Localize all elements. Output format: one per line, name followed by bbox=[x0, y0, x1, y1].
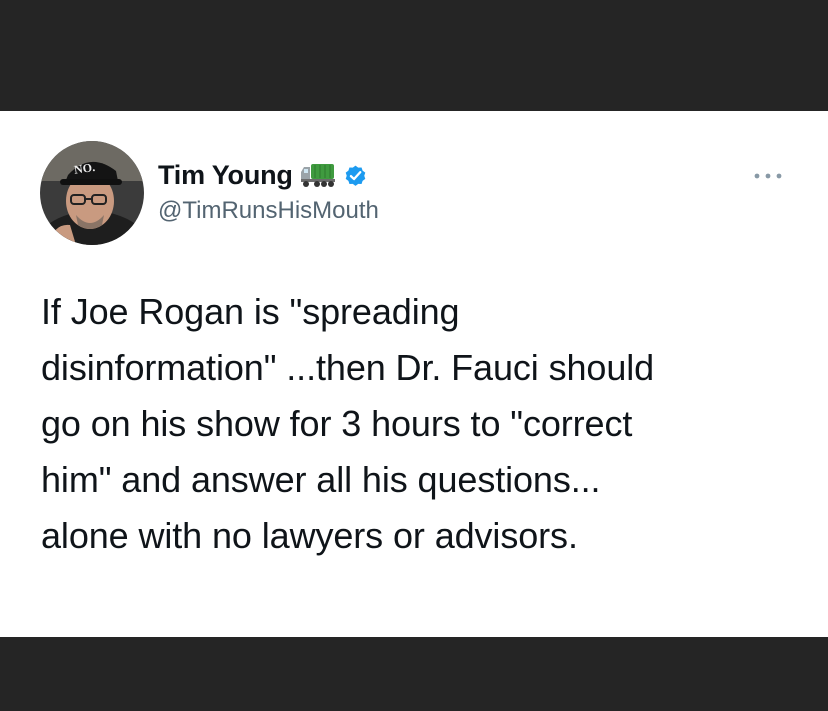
avatar-hat-text: NO. bbox=[73, 160, 96, 177]
author-handle[interactable]: @TimRunsHisMouth bbox=[158, 197, 379, 225]
top-dark-band bbox=[0, 0, 828, 111]
tweet-card: NO. Tim Young @TimRunsHisMouth If Joe Ro… bbox=[0, 111, 828, 637]
more-options-icon[interactable] bbox=[752, 169, 784, 181]
truck-icon bbox=[300, 161, 336, 189]
screenshot-frame: NO. Tim Young @TimRunsHisMouth If Joe Ro… bbox=[0, 0, 828, 711]
author-display-name[interactable]: Tim Young bbox=[158, 160, 293, 191]
avatar-image: NO. bbox=[40, 141, 144, 245]
author-name-row: Tim Young bbox=[158, 158, 368, 192]
tweet-body-text: If Joe Rogan is "spreading disinformatio… bbox=[41, 291, 655, 556]
author-avatar[interactable]: NO. bbox=[40, 141, 144, 245]
bottom-dark-band bbox=[0, 637, 828, 711]
verified-badge-icon bbox=[343, 163, 368, 188]
